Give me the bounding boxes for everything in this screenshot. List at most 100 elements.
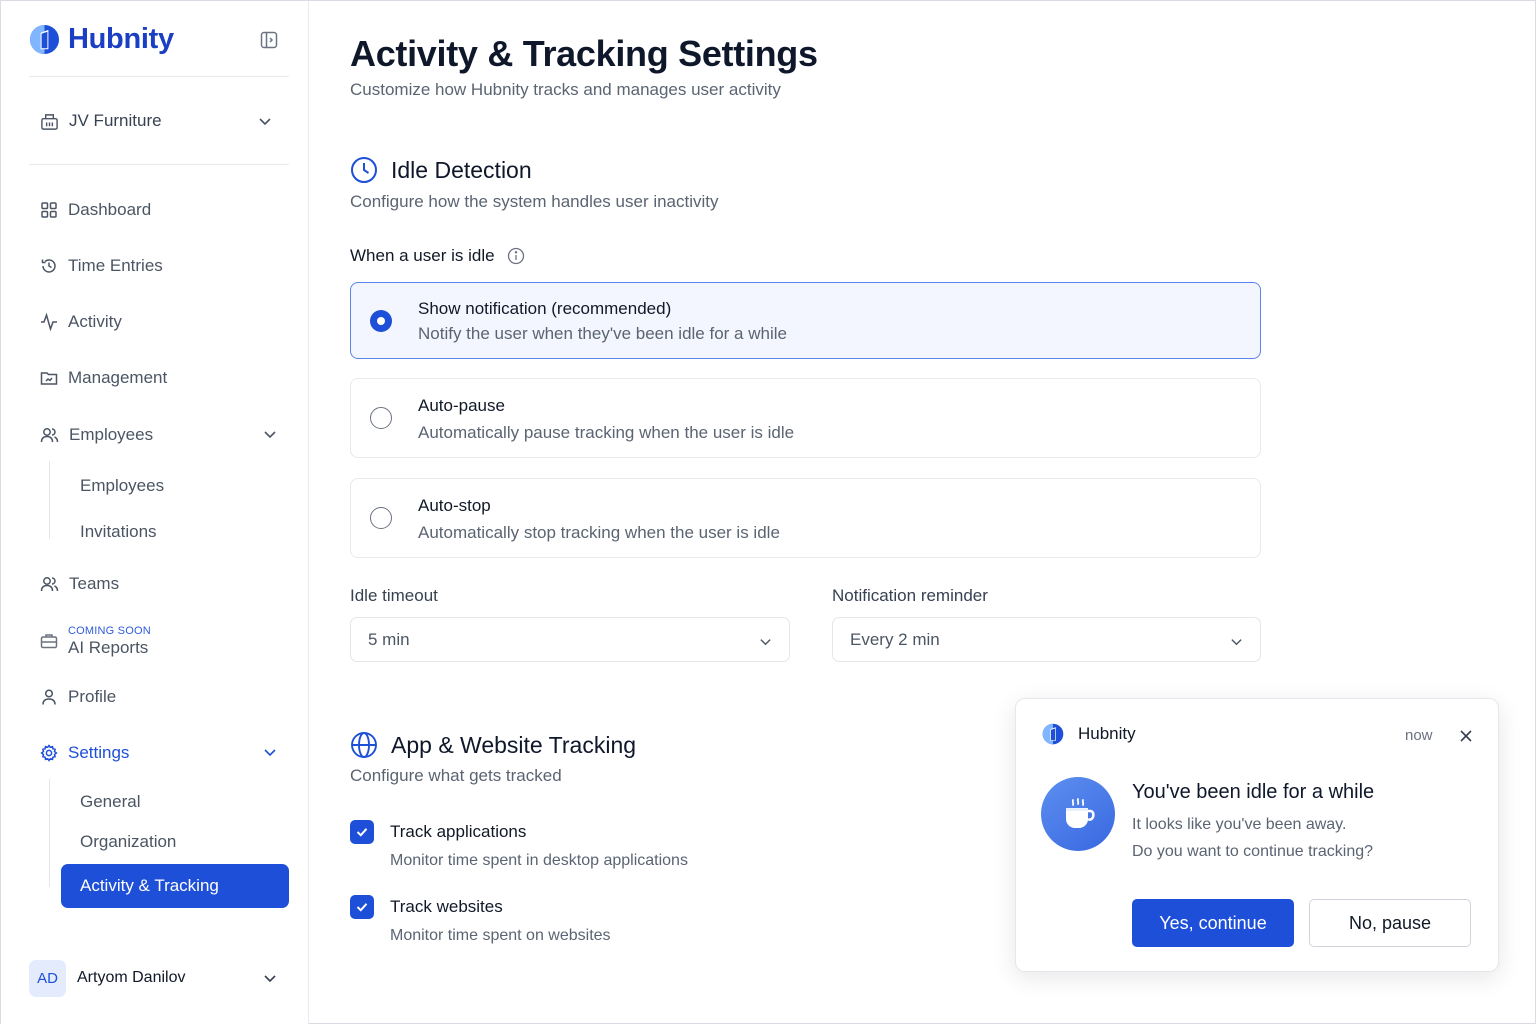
sidebar-item-label: Employees [69, 425, 154, 444]
track-applications-option[interactable]: Track applications Monitor time spent in… [350, 820, 688, 870]
checkbox-checked[interactable] [350, 895, 374, 919]
building-icon [41, 113, 58, 130]
sidebar-item-ai-reports[interactable]: COMING SOON AI Reports [29, 617, 289, 665]
sidebar-item-label: Management [68, 368, 168, 387]
radio-selected[interactable] [370, 310, 392, 332]
users-icon [40, 428, 59, 443]
tree-line [49, 779, 50, 887]
toast-title: You've been idle for a while [1132, 781, 1375, 803]
briefcase-icon [40, 634, 58, 649]
pause-tracking-button[interactable]: No, pause [1309, 899, 1471, 947]
checkbox-description: Monitor time spent in desktop applicatio… [390, 852, 688, 869]
close-icon[interactable] [1457, 727, 1475, 745]
continue-tracking-button[interactable]: Yes, continue [1132, 899, 1294, 947]
coming-soon-badge: COMING SOON [68, 624, 151, 637]
user-menu[interactable]: AD Artyom Danilov [29, 958, 289, 998]
hubnity-logo-icon [29, 24, 60, 55]
activity-icon [41, 313, 57, 331]
option-title: Auto-pause [418, 396, 505, 415]
coffee-cup-icon [1041, 777, 1115, 851]
brand-name: Hubnity [68, 23, 174, 55]
section-title: App & Website Tracking [391, 731, 637, 758]
toast-message: It looks like you've been away. [1132, 816, 1347, 833]
tree-line [49, 461, 50, 539]
brand[interactable]: Hubnity [29, 23, 174, 56]
option-description: Automatically pause tracking when the us… [418, 423, 795, 442]
select-value: Every 2 min [850, 629, 940, 649]
tracking-section-header: App & Website Tracking [350, 731, 636, 759]
sidebar-subitem-invitations[interactable]: Invitations [80, 514, 157, 550]
divider [29, 76, 289, 77]
sidebar-item-settings[interactable]: Settings [29, 731, 289, 775]
check-icon [356, 903, 368, 912]
dashboard-icon [41, 202, 57, 218]
sidebar-item-label: Profile [68, 687, 117, 706]
hubnity-logo-icon [1042, 723, 1064, 745]
divider [29, 164, 289, 165]
sidebar-item-activity[interactable]: Activity [29, 300, 289, 344]
option-title: Auto-stop [418, 496, 491, 515]
idle-option-auto-pause[interactable]: Auto-pause Automatically pause tracking … [350, 378, 1261, 458]
toast-app: Hubnity [1042, 723, 1136, 745]
checkbox-title: Track websites [390, 897, 503, 916]
toast-app-name: Hubnity [1078, 724, 1136, 743]
idle-option-notification[interactable]: Show notification (recommended) Notify t… [350, 282, 1261, 359]
sidebar-item-label: Time Entries [68, 256, 163, 275]
app-window: Hubnity JV Furniture Dashboard Time Entr… [0, 0, 1536, 1024]
field-label-text: When a user is idle [350, 246, 495, 265]
avatar: AD [29, 959, 66, 997]
check-icon [356, 828, 368, 837]
sidebar-item-label: Settings [68, 743, 130, 762]
toast-message: Do you want to continue tracking? [1132, 843, 1374, 860]
sidebar-item-label: Activity [68, 312, 122, 331]
checkbox-checked[interactable] [350, 820, 374, 844]
sidebar-item-label: AI Reports [68, 637, 149, 657]
idle-option-auto-stop[interactable]: Auto-stop Automatically stop tracking wh… [350, 478, 1261, 558]
workspace-name: JV Furniture [69, 111, 162, 130]
user-icon [42, 689, 56, 705]
sidebar-subitem-activity-tracking[interactable]: Activity & Tracking [61, 864, 289, 908]
sidebar-item-time-entries[interactable]: Time Entries [29, 244, 289, 288]
user-name: Artyom Danilov [77, 969, 186, 986]
chevron-down-icon [264, 431, 276, 439]
chevron-down-icon [760, 639, 771, 646]
idle-section-header: Idle Detection [350, 156, 532, 184]
gear-icon [40, 744, 58, 762]
collapse-sidebar-icon[interactable] [259, 30, 279, 50]
sidebar-item-profile[interactable]: Profile [29, 675, 289, 719]
workspace-switcher[interactable]: JV Furniture [29, 97, 281, 145]
notification-reminder-label: Notification reminder [832, 586, 988, 605]
idle-timeout-label: Idle timeout [350, 586, 438, 605]
checkbox-title: Track applications [390, 822, 527, 841]
globe-icon [351, 732, 377, 758]
radio-unselected[interactable] [370, 507, 392, 529]
radio-unselected[interactable] [370, 407, 392, 429]
option-description: Notify the user when they've been idle f… [418, 324, 787, 343]
checkbox-description: Monitor time spent on websites [390, 927, 611, 944]
sidebar-item-teams[interactable]: Teams [29, 562, 289, 606]
sidebar-subitem-employees[interactable]: Employees [80, 468, 164, 504]
sidebar-item-employees[interactable]: Employees [29, 413, 289, 457]
notification-reminder-select[interactable]: Every 2 min [832, 617, 1261, 662]
sidebar-subitem-organization[interactable]: Organization [80, 824, 176, 860]
sidebar-item-label: Teams [69, 574, 120, 593]
sidebar-item-dashboard[interactable]: Dashboard [29, 188, 289, 232]
chevron-down-icon [264, 975, 276, 983]
track-websites-option[interactable]: Track websites Monitor time spent on web… [350, 895, 611, 945]
chevron-down-icon [259, 118, 271, 126]
history-icon [41, 259, 56, 273]
chevron-down-icon [1231, 639, 1242, 646]
info-icon[interactable] [507, 247, 525, 265]
idle-timeout-select[interactable]: 5 min [350, 617, 790, 662]
sidebar: Hubnity JV Furniture Dashboard Time Entr… [1, 1, 309, 1024]
team-icon [40, 577, 59, 592]
section-subtitle: Configure how the system handles user in… [350, 192, 719, 211]
sidebar-item-management[interactable]: Management [29, 356, 289, 400]
idle-notification-toast: Hubnity now You've been idle for a while… [1015, 698, 1499, 972]
select-value: 5 min [368, 629, 410, 649]
sidebar-subitem-general[interactable]: General [80, 784, 140, 820]
option-description: Automatically stop tracking when the use… [418, 523, 780, 542]
section-title: Idle Detection [391, 156, 532, 183]
clock-icon [351, 157, 377, 183]
chevron-down-icon [264, 749, 276, 757]
